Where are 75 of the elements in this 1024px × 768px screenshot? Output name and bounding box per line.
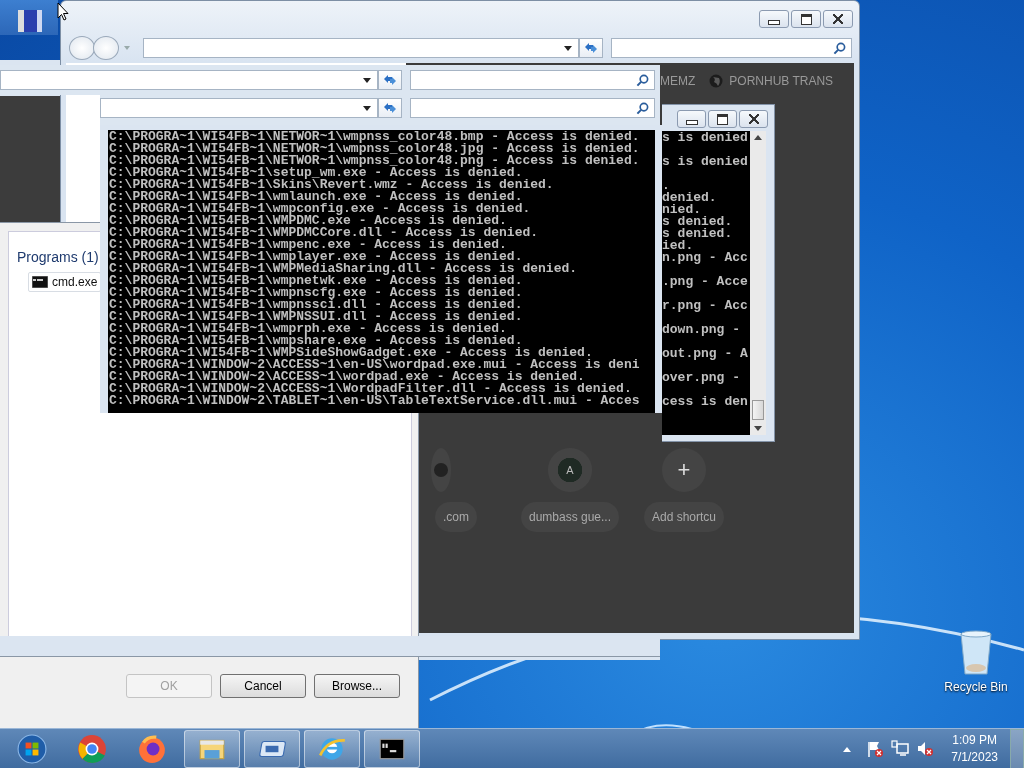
console-line: C:\PROGRA~1\WI54FB~1\NETWOR~1\wmpnss_color48.jpg - Access is denied. (108, 143, 641, 155)
close-button[interactable] (739, 110, 768, 128)
console-line: C:\PROGRA~1\WI54FB~1\NETWOR~1\wmpnss_color48.bmp - Access is denied. (108, 131, 641, 143)
minimize-button[interactable] (759, 10, 789, 28)
caret-icon[interactable] (564, 46, 572, 52)
back-button[interactable] (69, 36, 95, 60)
browser-tab[interactable]: MEMZ (660, 74, 696, 88)
caret-icon[interactable] (363, 78, 371, 84)
minimize-button[interactable] (677, 110, 706, 128)
console-line: C:\PROGRA~1\WI54FB~1\wmprph.exe - Access is denied. (108, 323, 507, 335)
console-line: C:\PROGRA~1\WI54FB~1\Skins\Revert.wmz - Access is denied. (108, 179, 555, 191)
section-header: Programs (1) (17, 249, 99, 265)
console-line: C:\PROGRA~1\WINDOW~2\ACCESS~1\WordpadFilter.dll - Access is denied. (108, 383, 632, 395)
console-line: C:\PROGRA~1\WI54FB~1\WMPNSSUI.dll - Access is denied. (108, 311, 524, 323)
icon-label[interactable]: Recycle Bin (944, 680, 1008, 694)
caret-icon[interactable] (363, 106, 371, 112)
shortcut-label[interactable]: Add shortcu (643, 502, 724, 532)
console-line: C:\PROGRA~1\WI54FB~1\wmpenc.exe - Access is denied. (108, 239, 507, 251)
close-button[interactable] (823, 10, 853, 28)
cursor-icon (57, 2, 69, 21)
browser-icon (137, 734, 167, 764)
maximize-button[interactable] (791, 10, 821, 28)
search-icon (636, 102, 649, 115)
taskbar-button[interactable] (364, 730, 420, 768)
console-line: C:\PROGRA~1\WI54FB~1\NETWOR~1\wmpnss_color48.png - Access is denied. (108, 155, 641, 167)
console-line: C:\PROGRA~1\WI54FB~1\wmpnscfg.exe - Access is denied. (108, 287, 524, 299)
windows-logo-icon (17, 734, 47, 764)
console-line: C:\PROGRA~1\WI54FB~1\WMPMediaSharing.dll - Access is denied. (108, 263, 579, 275)
clock[interactable]: 1:09 PM 7/1/2023 (951, 732, 998, 766)
console-line: C:\PROGRA~1\WINDOW~2\ACCESS~1\en-US\wordpad.exe.mui - Access is deni (108, 359, 641, 371)
console-line: C:\PROGRA~1\WI54FB~1\wmpconfig.exe - Access is denied. (108, 203, 532, 215)
browser-tab[interactable]: PORNHUB TRANS (709, 74, 834, 88)
search-icon (636, 74, 649, 87)
scroll-thumb[interactable] (752, 400, 764, 420)
speaker-icon[interactable] (916, 740, 935, 758)
globe-icon (709, 74, 724, 88)
forward-button[interactable] (93, 36, 119, 60)
dialog-button[interactable]: Browse... (314, 674, 400, 698)
search-field[interactable] (611, 38, 852, 58)
recycle-bin-icon[interactable] (958, 630, 994, 676)
search-field[interactable] (410, 70, 655, 90)
console-line: C:\PROGRA~1\WI54FB~1\wmlaunch.exe - Access is denied. (108, 191, 523, 203)
refresh-button[interactable] (579, 38, 603, 58)
console-line: C:\PROGRA~1\WI54FB~1\wmpnetwk.exe - Access is denied. (108, 275, 524, 287)
console-line: C:\PROGRA~1\WI54FB~1\WMPDMC.exe - Access is denied. (108, 215, 507, 227)
network-icon[interactable] (891, 740, 910, 758)
address-field[interactable] (143, 38, 579, 58)
window-fragment-drawing (0, 0, 58, 35)
browser-icon (77, 734, 107, 764)
console-line: C:\PROGRA~1\WINDOW~2\TABLET~1\en-US\TableTextService.dll.mui - Acces (108, 395, 641, 407)
up-arrow-icon[interactable] (754, 135, 762, 140)
console-icon (32, 276, 48, 288)
shortcut-label[interactable]: dumbass gue... (520, 502, 620, 532)
console-line: C:\PROGRA~1\WI54FB~1\wmpnssci.dll - Access is denied. (108, 299, 524, 311)
console-line: C:\PROGRA~1\WI54FB~1\wmpshare.exe - Access is denied. (108, 335, 523, 347)
maximize-button[interactable] (708, 110, 737, 128)
search-icon (833, 42, 846, 55)
console-line: C:\PROGRA~1\WINDOW~2\ACCESS~1\wordpad.exe - Access is denied. (108, 371, 585, 383)
refresh-button[interactable] (378, 70, 402, 90)
console-line: C:\PROGRA~1\WI54FB~1\WMPSideShowGadget.exe - Access is denied. (108, 347, 593, 359)
down-arrow-icon[interactable] (754, 426, 762, 431)
console-output: s is denied s is denied . denied. nied. s denied. s denied. ied. n.png - Acc .png - Acce r.png - Acc down.png - out.png - A over.png - cess is den (662, 131, 750, 435)
address-field[interactable] (100, 98, 378, 118)
console-line: C:\PROGRA~1\WI54FB~1\wmplayer.exe - Access is denied. (108, 251, 523, 263)
plus-icon: + (677, 459, 691, 481)
up-arrow-icon[interactable] (843, 746, 852, 752)
console-line: C:\PROGRA~1\WI54FB~1\WMPDMCCore.dll - Access is denied. (108, 227, 540, 239)
site-icon (434, 463, 448, 477)
address-field[interactable] (0, 70, 378, 90)
scrollbar[interactable] (750, 131, 766, 435)
refresh-button[interactable] (378, 98, 402, 118)
console-line: C:\PROGRA~1\WI54FB~1\setup_wm.exe - Access is denied. (108, 167, 523, 179)
search-field[interactable] (410, 98, 655, 118)
dialog-button[interactable]: Cancel (220, 674, 306, 698)
flag-icon[interactable] (866, 740, 885, 758)
